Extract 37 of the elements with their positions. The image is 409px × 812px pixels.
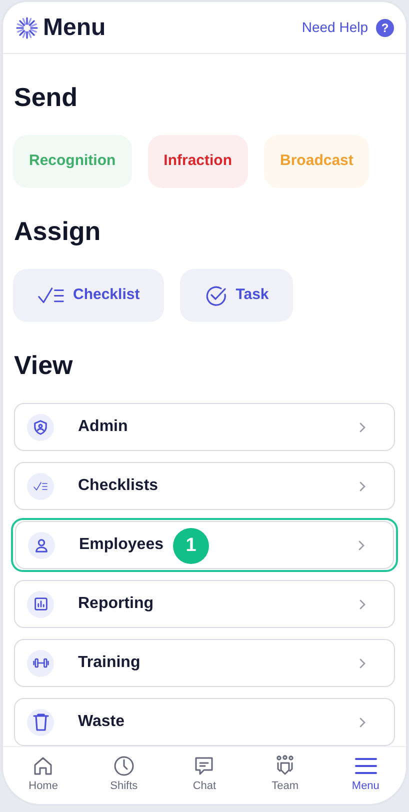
trash-icon <box>32 713 48 731</box>
send-button[interactable]: Infraction <box>148 135 248 188</box>
nav-tab[interactable]: Menu <box>325 747 406 798</box>
chevron-icon <box>359 480 366 492</box>
page-title: Menu <box>43 12 106 42</box>
menu-item[interactable]: Employees 1 <box>15 521 394 569</box>
nav-tab[interactable]: Home <box>3 747 84 798</box>
check-circle-icon <box>204 284 228 308</box>
section-title: Assign <box>14 218 102 244</box>
nav-tab[interactable]: Chat <box>164 747 245 798</box>
menu-icon <box>354 755 378 777</box>
menu-item[interactable]: Training <box>14 639 395 687</box>
section-title: Send <box>14 84 79 110</box>
nav-tab[interactable]: Team <box>244 747 326 798</box>
shield-user-icon <box>33 420 48 434</box>
user-icon <box>34 538 49 552</box>
chevron-icon <box>359 658 366 668</box>
report-icon <box>34 597 48 611</box>
checklist-icon <box>37 286 65 306</box>
menu-item[interactable]: Checklists <box>14 462 395 510</box>
assign-button[interactable]: Task <box>180 269 293 322</box>
checklist-icon <box>33 480 48 492</box>
menu-item[interactable]: Reporting <box>14 580 395 628</box>
step-badge: 1 <box>173 528 209 564</box>
section-title: View <box>14 352 74 378</box>
help-link[interactable]: Need Help ? <box>302 17 394 38</box>
assign-button[interactable]: Checklist <box>13 269 164 322</box>
logo-icon <box>15 16 39 40</box>
chevron-icon <box>359 716 366 728</box>
clock-icon <box>112 755 136 777</box>
chevron-icon <box>359 598 366 610</box>
menu-item[interactable]: Waste <box>14 698 395 746</box>
chevron-icon <box>358 540 365 550</box>
nav-tab[interactable]: Shifts <box>84 747 164 798</box>
dumbbell-icon <box>32 657 48 669</box>
menu-item[interactable]: Admin <box>14 403 395 451</box>
chevron-icon <box>359 422 366 432</box>
